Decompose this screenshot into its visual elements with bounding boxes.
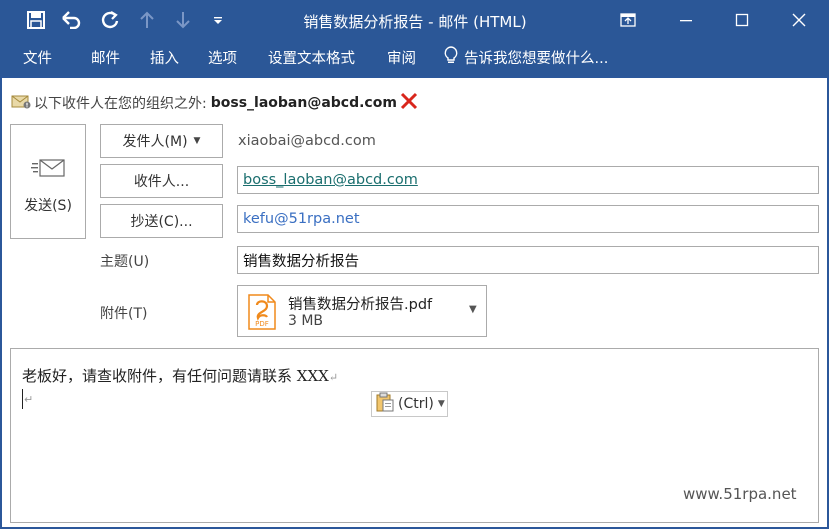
menu-format-text[interactable]: 设置文本格式 xyxy=(268,47,355,68)
paragraph-mark-icon: ↵ xyxy=(24,393,34,406)
compose-area: 以下收件人在您的组织之外: boss_laoban@abcd.com 发送(S)… xyxy=(2,78,827,527)
paragraph-mark-icon: ↵ xyxy=(328,371,339,384)
to-button[interactable]: 收件人... xyxy=(100,164,223,198)
mail-warning-icon xyxy=(11,93,31,113)
chevron-down-icon: ▼ xyxy=(437,399,445,409)
tell-me-search[interactable]: 告诉我您想要做什么... xyxy=(444,46,608,68)
remove-x-icon[interactable] xyxy=(399,92,419,114)
down-arrow-icon[interactable] xyxy=(172,9,194,31)
close-icon[interactable] xyxy=(785,7,813,33)
customize-icon[interactable] xyxy=(207,9,229,31)
attachment-dropdown-icon[interactable]: ▼ xyxy=(469,304,477,315)
redo-icon[interactable] xyxy=(99,9,121,31)
body-first-line: 老板好，请查收附件，有任何问题请联系 XXX↵ xyxy=(22,365,338,386)
to-button-label: 收件人... xyxy=(133,174,190,190)
paste-options-label: (Ctrl) xyxy=(398,396,434,412)
envelope-send-icon xyxy=(31,157,67,183)
from-button-label: 发件人(M) xyxy=(122,134,188,150)
tell-me-label: 告诉我您想要做什么... xyxy=(464,50,609,67)
lightbulb-icon xyxy=(444,46,458,68)
undo-icon[interactable] xyxy=(61,9,83,31)
watermark: www.51rpa.net xyxy=(683,485,797,503)
up-arrow-icon[interactable] xyxy=(136,9,158,31)
external-recipient-warning: 以下收件人在您的组织之外: boss_laoban@abcd.com xyxy=(11,92,419,114)
warning-address: boss_laoban@abcd.com xyxy=(210,95,397,111)
subject-field[interactable]: 销售数据分析报告 xyxy=(237,246,819,274)
attachment-size: 3 MB xyxy=(288,313,324,329)
attachment-item[interactable]: PDF 销售数据分析报告.pdf 3 MB ▼ xyxy=(237,285,487,337)
menu-insert[interactable]: 插入 xyxy=(150,47,179,68)
cc-button-label: 抄送(C)... xyxy=(130,214,193,230)
ribbon-display-icon[interactable] xyxy=(614,7,642,33)
save-icon[interactable] xyxy=(25,9,47,31)
subject-label: 主题(U) xyxy=(100,254,150,270)
menu-review[interactable]: 审阅 xyxy=(387,47,416,68)
attachment-label: 附件(T) xyxy=(100,306,148,322)
minimize-icon[interactable] xyxy=(672,7,700,33)
paste-options-button[interactable]: (Ctrl) ▼ xyxy=(371,391,448,417)
from-button[interactable]: 发件人(M) ▼ xyxy=(100,124,223,158)
menu-bar: 文件 邮件 插入 选项 设置文本格式 审阅 告诉我您想要做什么... xyxy=(0,40,829,76)
pdf-icon-text: PDF xyxy=(255,320,269,328)
attachment-name: 销售数据分析报告.pdf xyxy=(288,297,433,313)
clipboard-icon xyxy=(376,392,394,416)
window-title: 销售数据分析报告 - 邮件 (HTML) xyxy=(303,13,527,31)
to-recipient[interactable]: boss_laoban@abcd.com xyxy=(243,172,418,188)
send-button[interactable]: 发送(S) xyxy=(10,124,86,239)
body-text: 老板好，请查收附件，有任何问题请联系 XXX xyxy=(22,367,329,385)
menu-file[interactable]: 文件 xyxy=(23,47,52,68)
message-body[interactable]: 老板好，请查收附件，有任何问题请联系 XXX↵ ↵ (Ctrl) ▼ www.5… xyxy=(10,348,819,523)
send-label: 发送(S) xyxy=(24,198,72,214)
text-cursor xyxy=(22,389,23,409)
title-bar: 销售数据分析报告 - 邮件 (HTML) xyxy=(0,0,829,40)
menu-mail[interactable]: 邮件 xyxy=(91,47,120,68)
cc-button[interactable]: 抄送(C)... xyxy=(100,204,223,238)
subject-value: 销售数据分析报告 xyxy=(243,253,359,270)
warning-text: 以下收件人在您的组织之外: xyxy=(34,96,207,112)
to-field[interactable]: boss_laoban@abcd.com xyxy=(237,166,819,194)
pdf-file-icon: PDF xyxy=(247,294,277,334)
cc-recipient[interactable]: kefu@51rpa.net xyxy=(243,211,360,227)
from-address: xiaobai@abcd.com xyxy=(238,133,376,149)
cc-field[interactable]: kefu@51rpa.net xyxy=(237,205,819,233)
chevron-down-icon: ▼ xyxy=(193,136,201,146)
maximize-icon[interactable] xyxy=(728,7,756,33)
menu-options[interactable]: 选项 xyxy=(208,47,237,68)
